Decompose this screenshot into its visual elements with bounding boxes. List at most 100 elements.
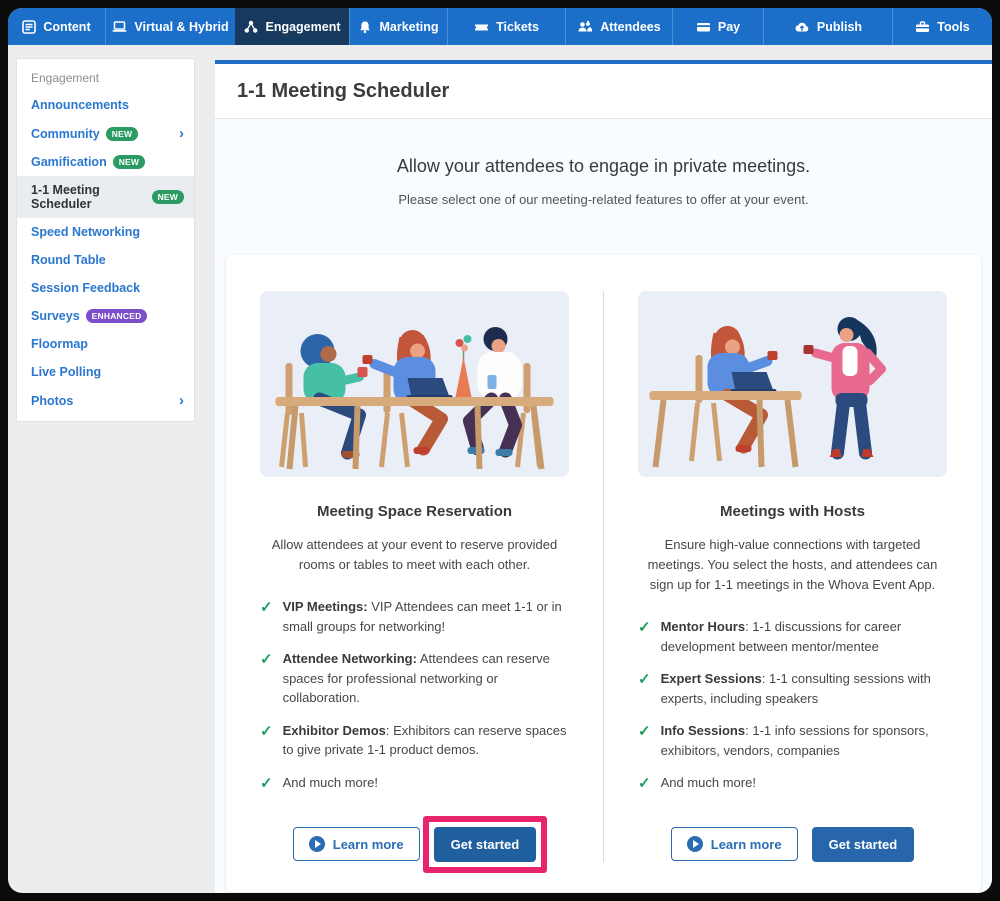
feature-list: ✓VIP Meetings: VIP Attendees can meet 1-… — [260, 597, 569, 808]
sidebar-item-label: Surveys — [31, 309, 80, 323]
sidebar-section-header: Engagement — [17, 63, 194, 91]
tab-virtual-hybrid[interactable]: Virtual & Hybrid — [105, 8, 235, 45]
sidebar-item-floormap[interactable]: Floormap — [17, 330, 194, 358]
credit-card-icon — [696, 20, 711, 34]
sidebar-item-label: Announcements — [31, 98, 129, 112]
get-started-button[interactable]: Get started — [434, 827, 537, 862]
feature-selection-card: Meeting Space Reservation Allow attendee… — [226, 255, 981, 892]
check-icon: ✓ — [638, 669, 651, 708]
feature-item: ✓Info Sessions: 1-1 info sessions for sp… — [638, 721, 947, 760]
card-title: Meeting Space Reservation — [317, 503, 512, 520]
meeting-space-illustration — [260, 291, 569, 477]
feature-item: ✓Mentor Hours: 1-1 discussions for caree… — [638, 617, 947, 656]
play-icon — [309, 836, 325, 852]
sidebar-item-label: 1-1 Meeting Scheduler — [31, 183, 146, 211]
toolbox-icon — [915, 20, 930, 34]
sidebar-item-label: Community — [31, 127, 100, 141]
feature-item: ✓Attendee Networking: Attendees can rese… — [260, 649, 569, 708]
sidebar-item-label: Round Table — [31, 253, 106, 267]
sidebar-item-label: Photos — [31, 394, 73, 408]
check-icon: ✓ — [260, 649, 273, 708]
share-network-icon — [244, 20, 258, 34]
card-actions: Learn more Get started — [293, 809, 536, 862]
check-icon: ✓ — [260, 721, 273, 760]
ticket-icon — [474, 20, 489, 34]
sidebar-item-session-feedback[interactable]: Session Feedback — [17, 274, 194, 302]
sidebar-item-community[interactable]: Community NEW › — [17, 119, 194, 148]
feature-item: ✓VIP Meetings: VIP Attendees can meet 1-… — [260, 597, 569, 636]
sidebar-item-label: Session Feedback — [31, 281, 140, 295]
meetings-with-hosts-column: Meetings with Hosts Ensure high-value co… — [603, 291, 981, 862]
card-description: Ensure high-value connections with targe… — [638, 535, 947, 595]
page-header: 1-1 Meeting Scheduler — [215, 64, 992, 119]
sidebar-item-1-1-meeting-scheduler[interactable]: 1-1 Meeting Scheduler NEW — [17, 176, 194, 218]
section-heading: Allow your attendees to engage in privat… — [215, 156, 992, 177]
meeting-space-reservation-column: Meeting Space Reservation Allow attendee… — [226, 291, 603, 862]
cloud-upload-icon — [794, 20, 810, 34]
tab-label: Tools — [937, 20, 969, 34]
tab-label: Virtual & Hybrid — [134, 20, 228, 34]
tab-tools[interactable]: Tools — [892, 8, 992, 45]
feature-list: ✓Mentor Hours: 1-1 discussions for caree… — [638, 617, 947, 809]
chevron-right-icon: › — [179, 393, 184, 408]
sidebar-item-speed-networking[interactable]: Speed Networking — [17, 218, 194, 246]
get-started-button[interactable]: Get started — [812, 827, 915, 862]
sidebar-item-label: Live Polling — [31, 365, 101, 379]
content-icon — [22, 20, 36, 34]
engagement-sidebar: Engagement Announcements Community NEW ›… — [16, 58, 195, 422]
sidebar-item-live-polling[interactable]: Live Polling — [17, 358, 194, 386]
new-badge: NEW — [106, 127, 138, 141]
tab-label: Engagement — [265, 20, 340, 34]
learn-more-button[interactable]: Learn more — [671, 827, 798, 861]
play-icon — [687, 836, 703, 852]
main-content: Allow your attendees to engage in privat… — [215, 119, 992, 892]
feature-item: ✓Exhibitor Demos: Exhibitors can reserve… — [260, 721, 569, 760]
tab-engagement[interactable]: Engagement — [235, 8, 349, 45]
annotation-highlight-box: Get started — [423, 816, 548, 873]
feature-item: ✓And much more! — [260, 773, 569, 796]
check-icon: ✓ — [638, 721, 651, 760]
check-icon: ✓ — [260, 597, 273, 636]
laptop-icon — [112, 20, 127, 34]
check-icon: ✓ — [260, 773, 273, 796]
chevron-right-icon: › — [179, 126, 184, 141]
sidebar-item-surveys[interactable]: Surveys ENHANCED — [17, 302, 194, 330]
tab-label: Pay — [718, 20, 740, 34]
sidebar-item-label: Gamification — [31, 155, 107, 169]
tab-attendees[interactable]: Attendees — [565, 8, 672, 45]
tab-label: Attendees — [600, 20, 660, 34]
main-panel: 1-1 Meeting Scheduler Allow your attende… — [215, 60, 992, 893]
meetings-with-hosts-illustration — [638, 291, 947, 477]
check-icon: ✓ — [638, 617, 651, 656]
top-navigation: Content Virtual & Hybrid Engagement Mark… — [8, 8, 992, 45]
new-badge: NEW — [152, 190, 184, 204]
tab-label: Publish — [817, 20, 862, 34]
card-actions: Learn more Get started — [671, 809, 914, 862]
sidebar-item-label: Speed Networking — [31, 225, 140, 239]
card-title: Meetings with Hosts — [720, 503, 865, 520]
feature-item: ✓And much more! — [638, 773, 947, 796]
tab-pay[interactable]: Pay — [672, 8, 763, 45]
tab-tickets[interactable]: Tickets — [447, 8, 565, 45]
tab-label: Marketing — [379, 20, 438, 34]
sidebar-item-label: Floormap — [31, 337, 88, 351]
app-window: Content Virtual & Hybrid Engagement Mark… — [8, 8, 992, 893]
tab-label: Content — [43, 20, 90, 34]
bell-icon — [358, 20, 372, 34]
attendees-icon — [577, 20, 593, 34]
new-badge: NEW — [113, 155, 145, 169]
enhanced-badge: ENHANCED — [86, 309, 148, 323]
sidebar-item-photos[interactable]: Photos › — [17, 386, 194, 415]
sidebar-item-gamification[interactable]: Gamification NEW — [17, 148, 194, 176]
page-title: 1-1 Meeting Scheduler — [237, 80, 449, 103]
sidebar-item-announcements[interactable]: Announcements — [17, 91, 194, 119]
check-icon: ✓ — [638, 773, 651, 796]
feature-item: ✓Expert Sessions: 1-1 consulting session… — [638, 669, 947, 708]
section-subheading: Please select one of our meeting-related… — [215, 192, 992, 207]
tab-marketing[interactable]: Marketing — [349, 8, 447, 45]
tab-publish[interactable]: Publish — [763, 8, 892, 45]
sidebar-item-round-table[interactable]: Round Table — [17, 246, 194, 274]
learn-more-button[interactable]: Learn more — [293, 827, 420, 861]
card-description: Allow attendees at your event to reserve… — [260, 535, 569, 575]
tab-content[interactable]: Content — [8, 8, 105, 45]
